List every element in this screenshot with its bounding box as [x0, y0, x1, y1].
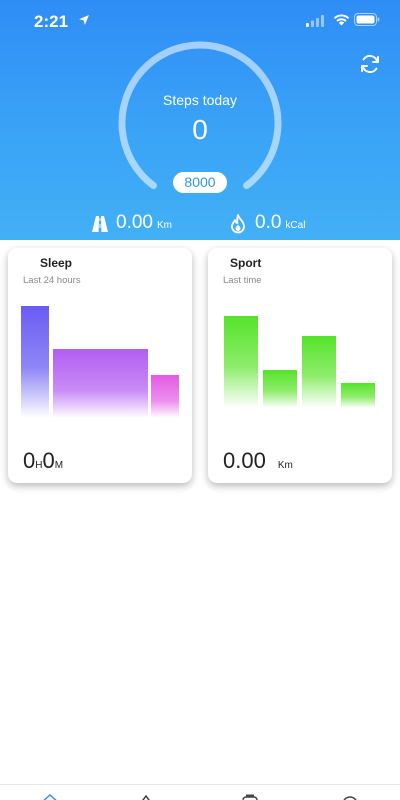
distance-value: 0.00	[116, 212, 153, 233]
wifi-icon	[333, 13, 350, 31]
sleep-hours-unit: H	[35, 460, 43, 471]
sleep-hours: 0	[23, 448, 36, 473]
road-icon	[90, 214, 110, 234]
calories-metric: 0.0 kCal	[229, 208, 305, 234]
status-time: 2:21	[34, 12, 69, 31]
sport-distance-value: 0.00	[223, 448, 266, 473]
sleep-subtitle: Last 24 hours	[23, 275, 81, 286]
tab-icon-3[interactable]	[240, 791, 260, 800]
tab-bar	[0, 784, 400, 800]
flame-icon	[229, 214, 249, 234]
steps-goal-badge[interactable]: 8000	[173, 172, 227, 193]
battery-icon	[354, 13, 380, 31]
steps-value: 0	[192, 114, 208, 145]
sport-distance-unit: Km	[277, 460, 293, 471]
calories-unit: kCal	[285, 220, 306, 231]
signal-icon	[306, 14, 324, 32]
sport-bar-2	[263, 370, 297, 408]
distance-metric: 0.00 Km	[90, 208, 172, 234]
sleep-bar-1	[21, 306, 49, 418]
refresh-icon[interactable]	[358, 52, 382, 76]
sleep-bar-3	[151, 375, 179, 418]
sport-bar-1	[224, 316, 258, 408]
sport-subtitle: Last time	[223, 275, 262, 286]
calories-value: 0.0	[255, 212, 282, 233]
sport-bar-4	[341, 383, 375, 408]
sleep-minutes-unit: M	[54, 460, 64, 471]
distance-unit: Km	[156, 220, 172, 231]
location-arrow-icon	[78, 13, 90, 31]
tab-icon-4[interactable]	[340, 791, 360, 800]
sport-card[interactable]: Sport Last time 0.00 Km	[208, 248, 392, 483]
sport-title: Sport	[230, 256, 262, 270]
home-tab-icon[interactable]	[40, 791, 60, 800]
sport-bar-3	[302, 336, 336, 408]
sleep-bar-2	[53, 349, 148, 418]
sleep-minutes: 0	[42, 448, 55, 473]
sport-distance: 0.00 Km	[223, 448, 293, 474]
sleep-card[interactable]: Sleep Last 24 hours 0 H 0 M	[8, 248, 192, 483]
sleep-title: Sleep	[40, 256, 73, 270]
sleep-duration: 0 H 0 M	[23, 448, 63, 474]
tab-icon-2[interactable]	[136, 791, 156, 800]
steps-title: Steps today	[163, 92, 237, 108]
app-screen: 2:21 Steps today 0 8000 0.00 Km 0.0 kCal…	[0, 0, 400, 800]
steps-header: 2:21 Steps today 0 8000 0.00 Km 0.0 kCal	[0, 0, 400, 240]
